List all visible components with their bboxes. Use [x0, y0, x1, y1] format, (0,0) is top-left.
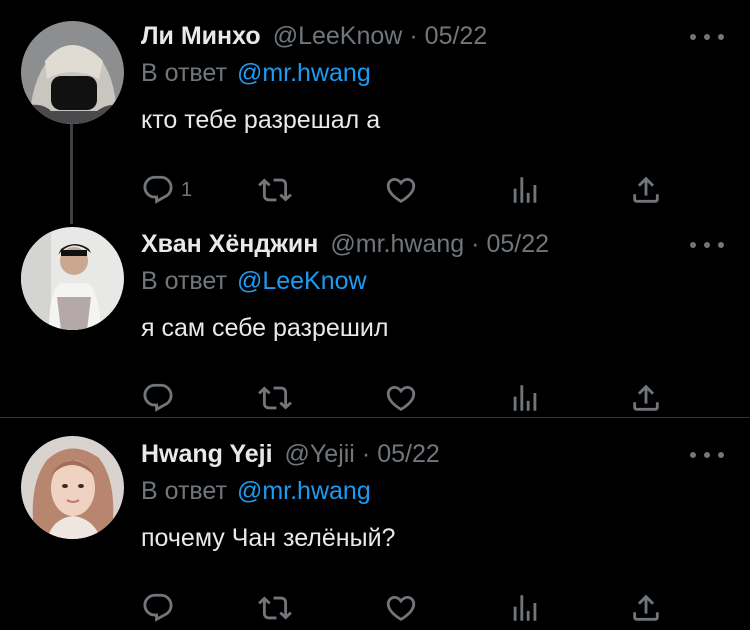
views-icon: [513, 385, 537, 411]
user-handle[interactable]: @LeeKnow: [273, 18, 403, 54]
share-button[interactable]: [629, 588, 663, 628]
tweet-1[interactable]: Ли Минхо @LeeKnow · 05/22 В ответ @mr.hwa…: [0, 18, 750, 208]
like-button[interactable]: [384, 170, 418, 210]
replying-to: В ответ @mr.hwang: [141, 474, 371, 508]
views-button[interactable]: [508, 378, 542, 418]
tweet-3[interactable]: Hwang Yeji @Yejii · 05/22 В ответ @mr.hwa…: [0, 436, 750, 626]
reply-prefix: В ответ: [141, 267, 227, 295]
reply-button[interactable]: [141, 588, 181, 628]
tweet-text: кто тебе разрешал а: [141, 106, 381, 134]
views-button[interactable]: [508, 170, 542, 210]
reply-prefix: В ответ: [141, 477, 227, 505]
display-name[interactable]: Ли Минхо: [141, 18, 261, 54]
avatar[interactable]: [21, 227, 124, 330]
tweet-date[interactable]: 05/22: [425, 18, 488, 54]
tweet-divider: [0, 417, 750, 418]
share-icon: [633, 384, 659, 411]
display-name[interactable]: Hwang Yeji: [141, 436, 273, 472]
user-handle[interactable]: @mr.hwang: [330, 226, 464, 262]
retweet-button[interactable]: [258, 378, 292, 418]
views-icon: [513, 595, 537, 621]
retweet-button[interactable]: [258, 170, 292, 210]
more-icon[interactable]: [690, 238, 724, 252]
reply-icon: [143, 383, 173, 412]
share-button[interactable]: [629, 378, 663, 418]
separator-dot: ·: [409, 22, 418, 50]
avatar[interactable]: [21, 21, 124, 124]
reply-mention-link[interactable]: @mr.hwang: [237, 477, 371, 505]
views-icon: [513, 177, 537, 203]
reply-count: 1: [181, 178, 193, 201]
retweet-icon: [258, 178, 292, 202]
retweet-icon: [258, 596, 292, 620]
retweet-icon: [258, 386, 292, 410]
tweet-actions: 1: [0, 170, 750, 210]
separator-dot: ·: [361, 440, 371, 468]
more-icon[interactable]: [690, 448, 724, 462]
tweet-text: почему Чан зелёный?: [141, 524, 396, 552]
reply-icon: [143, 175, 173, 204]
tweet-header: Ли Минхо @LeeKnow · 05/22: [141, 18, 487, 54]
display-name[interactable]: Хван Хёнджин: [141, 226, 318, 262]
reply-mention-link[interactable]: @mr.hwang: [237, 59, 371, 87]
heart-icon: [386, 385, 416, 411]
retweet-button[interactable]: [258, 588, 292, 628]
replying-to: В ответ @LeeKnow: [141, 264, 367, 298]
reply-button[interactable]: [141, 378, 181, 418]
share-button[interactable]: [629, 170, 663, 210]
heart-icon: [386, 595, 416, 621]
avatar-image-leeknow: [21, 21, 124, 124]
like-button[interactable]: [384, 588, 418, 628]
more-icon[interactable]: [690, 30, 724, 44]
replying-to: В ответ @mr.hwang: [141, 56, 371, 90]
tweet-date[interactable]: 05/22: [377, 436, 440, 472]
separator-dot: ·: [471, 230, 480, 258]
avatar[interactable]: [21, 436, 124, 539]
tweet-header: Хван Хёнджин @mr.hwang · 05/22: [141, 226, 549, 262]
heart-icon: [386, 177, 416, 203]
tweet-text: я сам себе разрешил: [141, 314, 389, 342]
reply-mention-link[interactable]: @LeeKnow: [237, 267, 367, 295]
reply-icon: [143, 593, 173, 622]
tweet-actions: [0, 378, 750, 418]
reply-prefix: В ответ: [141, 59, 227, 87]
avatar-image-mrhwang: [21, 227, 124, 330]
views-button[interactable]: [508, 588, 542, 628]
tweet-actions: [0, 588, 750, 628]
tweet-date[interactable]: 05/22: [487, 226, 550, 262]
tweet-header: Hwang Yeji @Yejii · 05/22: [141, 436, 440, 472]
tweet-2[interactable]: Хван Хёнджин @mr.hwang · 05/22 В ответ @L…: [0, 226, 750, 416]
share-icon: [633, 176, 659, 203]
reply-button[interactable]: 1: [141, 170, 192, 210]
like-button[interactable]: [384, 378, 418, 418]
share-icon: [633, 594, 659, 621]
avatar-image-yejii: [21, 436, 124, 539]
user-handle[interactable]: @Yejii: [285, 436, 355, 472]
